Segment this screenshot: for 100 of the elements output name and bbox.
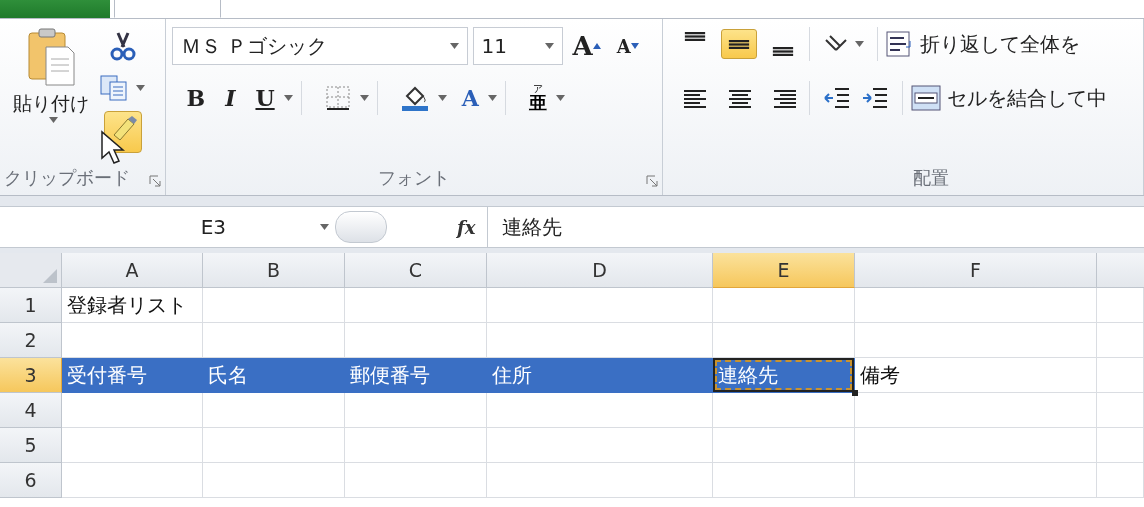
table-cell[interactable] (487, 393, 713, 428)
table-cell[interactable] (203, 463, 345, 498)
paste-button[interactable]: 貼り付け (6, 27, 96, 123)
row-header[interactable]: 5 (0, 428, 62, 463)
column-header[interactable]: F (855, 253, 1097, 288)
table-cell[interactable]: 住所 (487, 358, 713, 393)
dropdown-caret-icon (437, 95, 447, 101)
table-cell[interactable] (713, 428, 855, 463)
table-cell[interactable] (62, 393, 203, 428)
table-cell[interactable] (1097, 463, 1144, 498)
group-label: フォント (377, 166, 450, 190)
row-header[interactable]: 2 (0, 323, 62, 358)
column-header[interactable]: E (713, 253, 855, 288)
row-header[interactable]: 3 (0, 358, 62, 393)
table-cell[interactable]: 受付番号 (62, 358, 203, 393)
bold-button[interactable]: B (181, 82, 211, 114)
dropdown-caret-icon (487, 95, 497, 101)
align-middle-button[interactable] (721, 29, 758, 59)
table-cell[interactable]: 登録者リスト (62, 288, 203, 323)
table-cell[interactable] (713, 288, 855, 323)
scissors-icon (109, 31, 136, 61)
row-header[interactable]: 1 (0, 288, 62, 323)
corner-triangle-icon (43, 269, 57, 283)
font-color-button[interactable]: A (456, 82, 484, 114)
merge-center-button[interactable]: セルを結合して中 (911, 84, 1108, 112)
table-cell[interactable] (345, 393, 487, 428)
align-middle-icon (728, 40, 751, 49)
grow-font-button[interactable]: A (567, 28, 606, 64)
table-cell[interactable] (62, 428, 203, 463)
table-cell[interactable] (345, 463, 487, 498)
dialog-launcher-icon[interactable] (646, 175, 659, 187)
dropdown-caret-icon (48, 117, 58, 123)
dropdown-caret-icon (136, 85, 145, 91)
table-cell[interactable] (855, 393, 1097, 428)
formula-bar-splitter[interactable] (335, 211, 387, 243)
table-cell[interactable] (203, 393, 345, 428)
wrap-text-button[interactable]: 折り返して全体を (886, 30, 1081, 58)
column-header[interactable]: D (487, 253, 713, 288)
table-cell[interactable] (62, 463, 203, 498)
column-header[interactable]: B (203, 253, 345, 288)
clipboard-icon (26, 27, 76, 87)
row-header[interactable]: 6 (0, 463, 62, 498)
table-cell[interactable] (855, 463, 1097, 498)
font-name-field[interactable]: ＭＳ Ｐゴシック (171, 27, 468, 65)
table-cell[interactable] (713, 393, 855, 428)
borders-icon (324, 85, 351, 111)
merge-cells-icon (911, 85, 942, 111)
insert-function-button[interactable]: fx (457, 216, 476, 238)
dropdown-caret-icon (555, 95, 565, 101)
phonetic-guide-button[interactable]: ア 亜 (523, 81, 552, 115)
dropdown-caret-icon (283, 95, 293, 101)
table-cell[interactable] (713, 323, 855, 358)
table-cell[interactable]: 氏名 (203, 358, 345, 393)
table-cell[interactable] (1097, 428, 1144, 463)
table-cell[interactable] (487, 288, 713, 323)
dropdown-caret-icon (320, 224, 329, 230)
table-cell[interactable]: 郵便番号 (345, 358, 487, 393)
formula-input[interactable]: 連絡先 (487, 207, 1144, 247)
dropdown-caret-icon (449, 43, 459, 49)
column-header[interactable] (1097, 253, 1144, 288)
column-header[interactable]: A (62, 253, 203, 288)
file-tab[interactable] (0, 0, 110, 18)
table-cell[interactable] (345, 428, 487, 463)
group-label: 配置 (913, 166, 950, 190)
select-all-corner[interactable] (0, 253, 62, 288)
mouse-cursor-icon (100, 130, 126, 166)
paint-bucket-icon (400, 84, 429, 112)
table-cell[interactable] (1097, 323, 1144, 358)
home-tab[interactable] (114, 0, 221, 18)
table-cell[interactable] (487, 463, 713, 498)
font-size-field[interactable]: 11 (472, 27, 563, 65)
table-cell[interactable] (855, 288, 1097, 323)
table-cell[interactable]: 備考 (855, 358, 1097, 393)
table-cell[interactable] (345, 288, 487, 323)
table-cell[interactable]: 連絡先 (713, 358, 855, 393)
up-triangle-icon (592, 43, 601, 49)
dropdown-caret-icon (855, 41, 865, 47)
table-cell[interactable] (487, 428, 713, 463)
align-top-icon (684, 32, 707, 41)
align-bottom-icon (772, 47, 795, 56)
table-cell[interactable] (1097, 358, 1144, 393)
down-triangle-icon (630, 43, 639, 49)
underline-button[interactable]: U (250, 82, 280, 114)
name-box[interactable]: E3 (0, 209, 335, 245)
shrink-font-button[interactable]: A (611, 32, 644, 60)
table-cell[interactable] (713, 463, 855, 498)
row-header[interactable]: 4 (0, 393, 62, 428)
table-cell[interactable] (855, 323, 1097, 358)
increase-indent-icon (861, 85, 890, 111)
table-cell[interactable] (203, 288, 345, 323)
italic-button[interactable]: I (220, 82, 241, 114)
dropdown-caret-icon (359, 95, 369, 101)
column-header[interactable]: C (345, 253, 487, 288)
table-cell[interactable] (1097, 393, 1144, 428)
dropdown-caret-icon (544, 43, 554, 49)
table-cell[interactable] (855, 428, 1097, 463)
dialog-launcher-icon[interactable] (148, 175, 161, 187)
decrease-indent-icon (823, 85, 852, 111)
table-cell[interactable] (1097, 288, 1144, 323)
table-cell[interactable] (203, 428, 345, 463)
